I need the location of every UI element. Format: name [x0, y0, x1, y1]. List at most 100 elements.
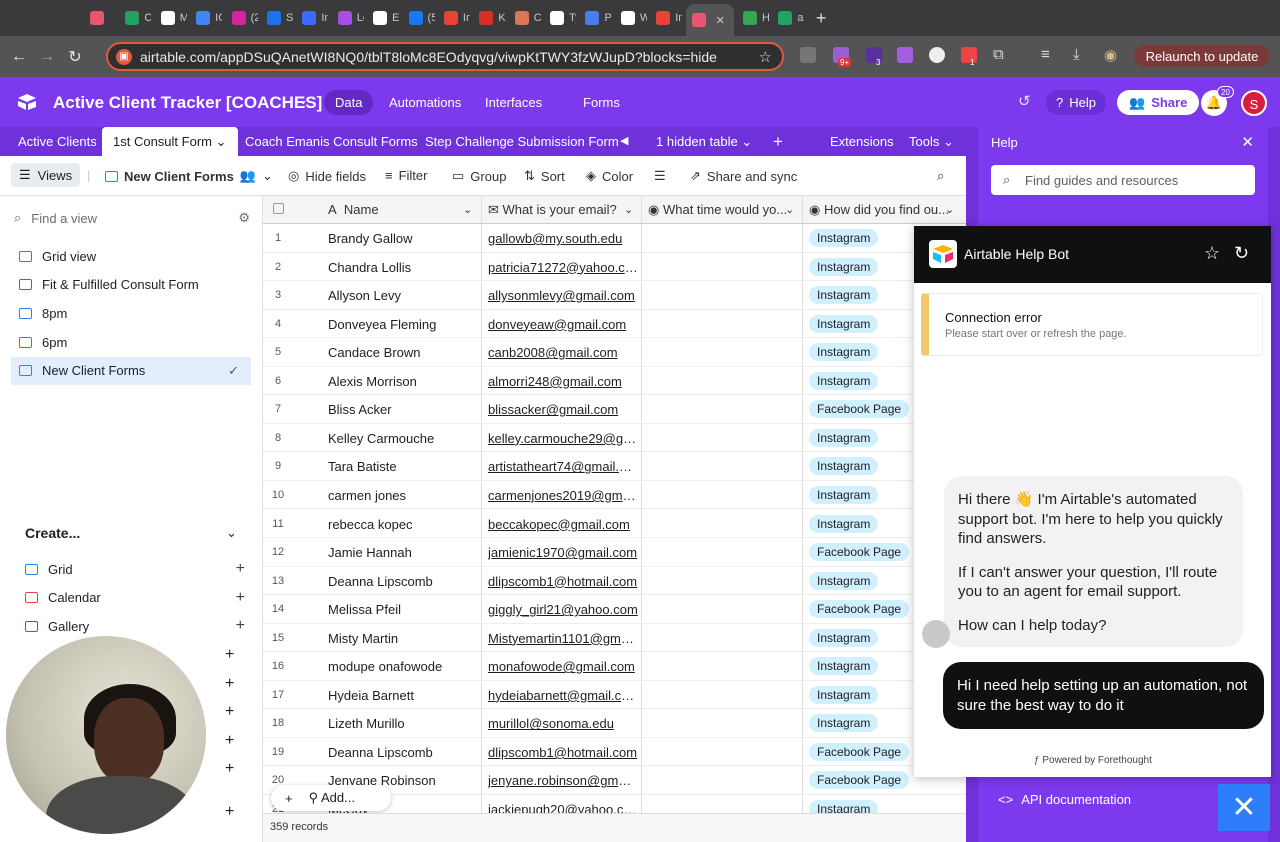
browser-tab[interactable]: Eve	[367, 4, 399, 32]
cell-email[interactable]: jenyane.robinson@gmail....	[488, 773, 638, 788]
browser-tab[interactable]: (2)	[226, 4, 258, 32]
table-row[interactable]: 4 Donveyea Fleming donveyeaw@gmail.com Inst…	[263, 310, 966, 339]
add-table-icon[interactable]: +	[773, 127, 783, 156]
table-row[interactable]: 1 Brandy Gallow gallowb@my.south.edu Instag…	[263, 224, 966, 253]
cell-email[interactable]: dlipscomb1@hotmail.com	[488, 574, 638, 589]
guides-search-input[interactable]: ⌕ Find guides and resources	[991, 165, 1255, 195]
browser-tab[interactable]: IG	[190, 4, 222, 32]
cell-email[interactable]: almorri248@gmail.com	[488, 374, 638, 389]
avatar[interactable]: S	[1241, 90, 1267, 116]
select-all-checkbox[interactable]	[273, 203, 284, 214]
plus-icon[interactable]: +	[236, 560, 245, 578]
table-row[interactable]: 19 Deanna Lipscomb dlipscomb1@hotmail.com F…	[263, 738, 966, 767]
settings-gear-icon[interactable]: ⚙	[238, 210, 250, 226]
cell-email[interactable]: blissacker@gmail.com	[488, 402, 638, 417]
cell-email[interactable]: Mistyemartin1101@gmail....	[488, 631, 638, 646]
browser-tab[interactable]: Inb	[296, 4, 328, 32]
media-icon[interactable]: ≡	[1041, 46, 1050, 63]
cell-email[interactable]: dlipscomb1@hotmail.com	[488, 745, 638, 760]
tab-coach-emanis-consult-forms[interactable]: Coach Emanis Consult Forms	[245, 127, 418, 156]
cell-email[interactable]: beccakopec@gmail.com	[488, 517, 638, 532]
view-item[interactable]: 8pm	[11, 299, 251, 327]
nav-forms[interactable]: Forms	[572, 90, 631, 115]
add-view-plus-icon[interactable]: +	[225, 732, 234, 750]
browser-tab[interactable]: Ka	[473, 4, 505, 32]
create-item[interactable]: Gallery +	[25, 616, 245, 636]
browser-tab[interactable]: (5)	[403, 4, 435, 32]
share-button[interactable]: 👥 Share	[1117, 90, 1200, 115]
cell-email[interactable]: hydeiabarnett@gmail.com	[488, 688, 638, 703]
table-row[interactable]: 5 Candace Brown canb2008@gmail.com Instagra…	[263, 338, 966, 367]
site-info-icon[interactable]: ▣	[116, 49, 132, 65]
cell-email[interactable]: kelley.carmouche29@gm...	[488, 431, 638, 446]
search-icon[interactable]: ⌕	[937, 168, 944, 184]
airtable-logo-icon[interactable]	[16, 93, 38, 111]
column-header-time[interactable]: ◉ What time would yo...	[648, 196, 788, 224]
add-view-plus-icon[interactable]: +	[225, 803, 234, 821]
browser-tab[interactable]: Wo	[615, 4, 647, 32]
browser-tab[interactable]: Cla	[509, 4, 541, 32]
profile-icon[interactable]: ◉	[1104, 46, 1117, 64]
nav-data[interactable]: Data	[324, 90, 374, 115]
close-tab-icon[interactable]: ✕	[716, 14, 725, 27]
browser-tab[interactable]	[84, 4, 116, 32]
cell-email[interactable]: canb2008@gmail.com	[488, 345, 638, 360]
browser-tab[interactable]: Inb	[650, 4, 682, 32]
chevron-down-icon[interactable]: ⌄	[226, 525, 237, 541]
tab-1st-consult-form[interactable]: 1st Consult Form ⌄	[102, 127, 238, 156]
table-row[interactable]: 10 carmen jones carmenjones2019@gmail.... I…	[263, 481, 966, 510]
chevron-down-icon[interactable]: ⌄	[945, 196, 954, 224]
star-icon[interactable]: ☆	[1204, 243, 1220, 264]
color-button[interactable]: ◈ Color	[586, 168, 633, 184]
history-icon[interactable]: ↺	[1018, 92, 1031, 110]
tab-active-clients[interactable]: Active Clients	[18, 127, 97, 156]
browser-tab[interactable]: Typ	[544, 4, 576, 32]
base-name[interactable]: Active Client Tracker [COACHES]	[53, 93, 322, 113]
sort-button[interactable]: ⇅ Sort	[524, 168, 565, 184]
current-view-button[interactable]: New Client Forms 👥 ⌄	[105, 168, 273, 184]
browser-tab[interactable]: Pro	[579, 4, 611, 32]
browser-tab[interactable]: aut	[772, 4, 804, 32]
close-icon[interactable]: ✕	[1241, 133, 1254, 151]
nav-automations[interactable]: Automations	[378, 90, 472, 115]
relaunch-button[interactable]: Relaunch to update	[1134, 45, 1270, 67]
table-row[interactable]: 11 rebecca kopec beccakopec@gmail.com Insta…	[263, 510, 966, 538]
table-row[interactable]: 13 Deanna Lipscomb dlipscomb1@hotmail.com I…	[263, 567, 966, 596]
view-item[interactable]: 6pm	[11, 328, 251, 356]
column-header-source[interactable]: ◉ How did you find ou...	[809, 196, 949, 224]
api-documentation-link[interactable]: <> API documentation	[998, 792, 1131, 807]
find-view-input[interactable]: ⌕ Find a view ⚙	[14, 208, 250, 228]
table-row[interactable]: 8 Kelley Carmouche kelley.carmouche29@gm..…	[263, 424, 966, 453]
add-view-plus-icon[interactable]: +	[225, 703, 234, 721]
add-menu-button[interactable]: ⚲ Add...	[309, 790, 355, 806]
cell-email[interactable]: gallowb@my.south.edu	[488, 231, 638, 246]
table-row[interactable]: 14 Melissa Pfeil giggly_girl21@yahoo.com Fa…	[263, 595, 966, 624]
add-record-bar[interactable]: + ⚲ Add...	[271, 785, 391, 811]
chevron-down-icon[interactable]: ⌄	[216, 134, 227, 149]
forward-icon[interactable]: →	[33, 48, 61, 66]
table-row[interactable]: 7 Bliss Acker blissacker@gmail.com Facebook…	[263, 395, 966, 424]
view-item[interactable]: Fit & Fulfilled Consult Form	[11, 271, 251, 299]
chevron-down-icon[interactable]: ⌄	[624, 196, 633, 224]
browser-tab[interactable]: CL	[119, 4, 151, 32]
cell-email[interactable]: donveyeaw@gmail.com	[488, 317, 638, 332]
tab-step-challenge-submission-form[interactable]: Step Challenge Submission Form	[425, 127, 619, 156]
table-row[interactable]: 2 Chandra Lollis patricia71272@yahoo.com In…	[263, 253, 966, 282]
column-header-name[interactable]: A Name	[328, 196, 379, 224]
plus-icon[interactable]: +	[285, 791, 293, 806]
cell-email[interactable]: allysonmlevy@gmail.com	[488, 288, 638, 303]
browser-tab[interactable]: So	[261, 4, 293, 32]
column-header-email[interactable]: ✉ What is your email?	[488, 196, 628, 224]
chevron-down-icon[interactable]: ⌄	[463, 196, 472, 224]
share-sync-button[interactable]: ⇗ Share and sync	[690, 168, 797, 184]
table-row[interactable]: 16 modupe onafowode monafowode@gmail.com In…	[263, 652, 966, 681]
extension-icon[interactable]	[929, 47, 945, 63]
chevron-down-icon[interactable]: ⌄	[785, 196, 794, 224]
help-button[interactable]: ? Help	[1046, 90, 1106, 115]
add-view-plus-icon[interactable]: +	[225, 675, 234, 693]
browser-tab[interactable]: ✕	[685, 4, 734, 36]
tab-chevron-icon[interactable]: ◀	[620, 127, 628, 156]
add-view-plus-icon[interactable]: +	[225, 760, 234, 778]
refresh-icon[interactable]: ↻	[1234, 243, 1249, 264]
table-row[interactable]: 18 Lizeth Murillo murillol@sonoma.edu Insta…	[263, 709, 966, 738]
